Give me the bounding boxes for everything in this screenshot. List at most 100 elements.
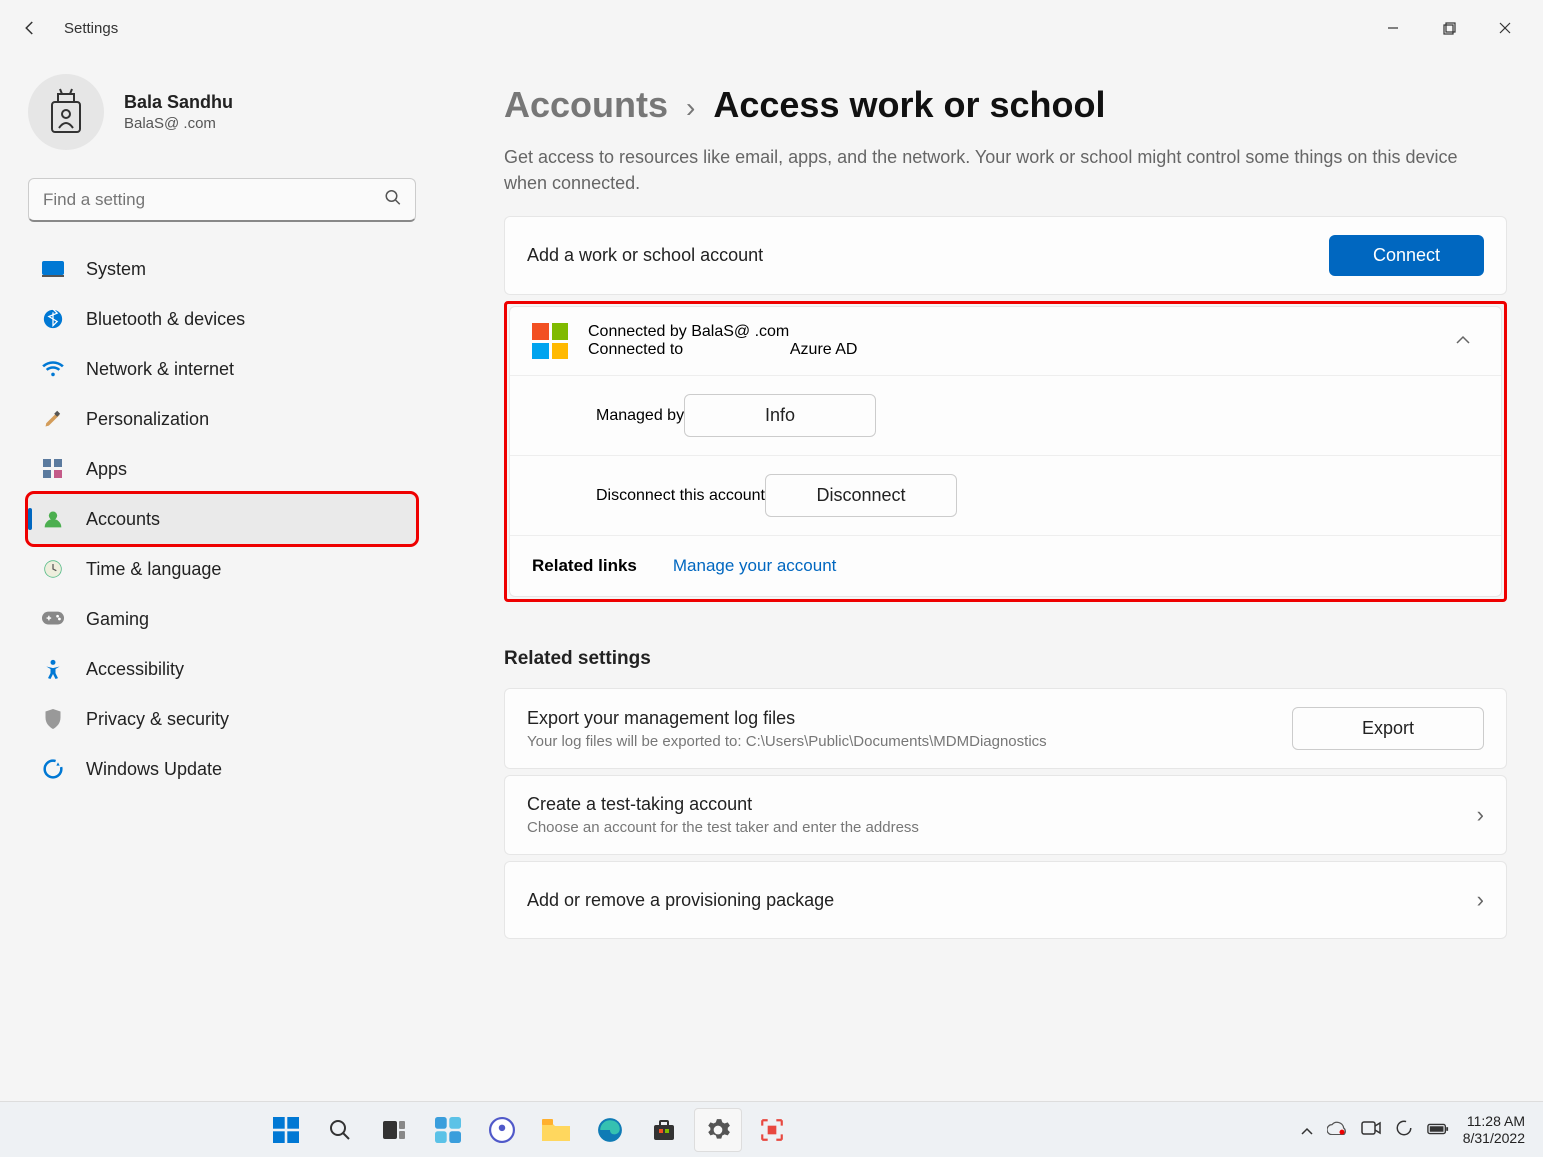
nav-network[interactable]: Network & internet — [28, 344, 416, 394]
nav-label: Personalization — [86, 409, 209, 430]
page-description: Get access to resources like email, apps… — [504, 144, 1504, 196]
export-card: Export your management log files Your lo… — [504, 688, 1507, 769]
nav-accessibility[interactable]: Accessibility — [28, 644, 416, 694]
nav-label: Network & internet — [86, 359, 234, 380]
nav-label: System — [86, 259, 146, 280]
nav-personalization[interactable]: Personalization — [28, 394, 416, 444]
disconnect-button[interactable]: Disconnect — [765, 474, 957, 517]
user-email: BalaS@ .com — [124, 115, 233, 132]
apps-icon — [42, 458, 64, 480]
managed-by-label: Managed by — [596, 407, 684, 425]
update-icon — [42, 758, 64, 780]
nav-bluetooth[interactable]: Bluetooth & devices — [28, 294, 416, 344]
taskbar: 11:28 AM 8/31/2022 — [0, 1101, 1543, 1157]
wifi-icon — [42, 358, 64, 380]
nav-label: Windows Update — [86, 759, 222, 780]
user-name: Bala Sandhu — [124, 92, 233, 113]
nav-apps[interactable]: Apps — [28, 444, 416, 494]
search-button[interactable] — [316, 1108, 364, 1152]
clock[interactable]: 11:28 AM 8/31/2022 — [1463, 1113, 1525, 1147]
close-button[interactable] — [1477, 8, 1533, 48]
search-box — [28, 178, 416, 222]
connected-by-label: Connected by BalaS@ .com — [588, 323, 1427, 341]
widgets-button[interactable] — [424, 1108, 472, 1152]
nav-label: Accounts — [86, 509, 160, 530]
test-account-sub: Choose an account for the test taker and… — [527, 819, 919, 836]
onedrive-icon[interactable] — [1327, 1121, 1347, 1138]
provisioning-title: Add or remove a provisioning package — [527, 890, 834, 911]
nav-list: System Bluetooth & devices Network & int… — [28, 244, 416, 794]
nav-windows-update[interactable]: Windows Update — [28, 744, 416, 794]
battery-icon[interactable] — [1427, 1122, 1449, 1138]
minimize-button[interactable] — [1365, 8, 1421, 48]
managed-by-row: Managed by Info — [510, 376, 1501, 456]
related-settings-title: Related settings — [504, 648, 1507, 670]
chevron-right-icon: › — [686, 92, 695, 124]
system-icon — [42, 258, 64, 280]
breadcrumb: Accounts › Access work or school — [504, 84, 1507, 126]
meet-now-icon[interactable] — [1361, 1120, 1381, 1139]
disconnect-row: Disconnect this account Disconnect — [510, 456, 1501, 536]
chevron-up-icon — [1447, 324, 1479, 358]
store-button[interactable] — [640, 1108, 688, 1152]
sidebar: Bala Sandhu BalaS@ .com System Bluetooth… — [0, 56, 444, 1101]
maximize-button[interactable] — [1421, 8, 1477, 48]
teams-button[interactable] — [478, 1108, 526, 1152]
nav-label: Apps — [86, 459, 127, 480]
page-title: Access work or school — [713, 84, 1105, 126]
account-expander-header[interactable]: Connected by BalaS@ .com Connected to Az… — [510, 307, 1501, 376]
add-account-label: Add a work or school account — [527, 245, 763, 266]
brush-icon — [42, 408, 64, 430]
start-button[interactable] — [262, 1108, 310, 1152]
main-content: Accounts › Access work or school Get acc… — [444, 56, 1543, 1101]
chevron-right-icon: › — [1477, 802, 1484, 828]
tray-chevron-icon[interactable] — [1301, 1122, 1313, 1138]
microsoft-logo-icon — [532, 323, 568, 359]
bluetooth-icon — [42, 308, 64, 330]
nav-system[interactable]: System — [28, 244, 416, 294]
provisioning-card[interactable]: Add or remove a provisioning package › — [504, 861, 1507, 939]
connected-to-label: Connected to Azure AD — [588, 341, 1427, 359]
export-button[interactable]: Export — [1292, 707, 1484, 750]
accessibility-icon — [42, 658, 64, 680]
nav-label: Bluetooth & devices — [86, 309, 245, 330]
file-explorer-button[interactable] — [532, 1108, 580, 1152]
titlebar: Settings — [0, 0, 1543, 56]
info-button[interactable]: Info — [684, 394, 876, 437]
test-account-title: Create a test-taking account — [527, 794, 919, 815]
settings-taskbar-button[interactable] — [694, 1108, 742, 1152]
connect-button[interactable]: Connect — [1329, 235, 1484, 276]
nav-gaming[interactable]: Gaming — [28, 594, 416, 644]
disconnect-label: Disconnect this account — [596, 487, 765, 505]
nav-label: Accessibility — [86, 659, 184, 680]
nav-privacy[interactable]: Privacy & security — [28, 694, 416, 744]
manage-account-link[interactable]: Manage your account — [673, 556, 837, 576]
user-profile[interactable]: Bala Sandhu BalaS@ .com — [28, 74, 416, 150]
task-view-button[interactable] — [370, 1108, 418, 1152]
chevron-right-icon: › — [1477, 887, 1484, 913]
export-title: Export your management log files — [527, 708, 1047, 729]
avatar — [28, 74, 104, 150]
nav-label: Time & language — [86, 559, 221, 580]
nav-accounts[interactable]: Accounts — [28, 494, 416, 544]
export-sub: Your log files will be exported to: C:\U… — [527, 733, 1047, 750]
gamepad-icon — [42, 608, 64, 630]
back-button[interactable] — [10, 8, 50, 48]
connected-account-group: Connected by BalaS@ .com Connected to Az… — [504, 301, 1507, 602]
search-input[interactable] — [28, 178, 416, 222]
nav-label: Gaming — [86, 609, 149, 630]
shield-icon — [42, 708, 64, 730]
breadcrumb-parent[interactable]: Accounts — [504, 84, 668, 126]
window-title: Settings — [64, 20, 118, 37]
related-links-row: Related links Manage your account — [510, 536, 1501, 596]
snip-button[interactable] — [748, 1108, 796, 1152]
person-icon — [42, 508, 64, 530]
updates-icon[interactable] — [1395, 1119, 1413, 1140]
test-account-card[interactable]: Create a test-taking account Choose an a… — [504, 775, 1507, 855]
search-icon — [384, 189, 402, 212]
nav-label: Privacy & security — [86, 709, 229, 730]
nav-time-language[interactable]: Time & language — [28, 544, 416, 594]
related-links-label: Related links — [532, 556, 637, 576]
system-tray[interactable]: 11:28 AM 8/31/2022 — [1301, 1113, 1533, 1147]
edge-button[interactable] — [586, 1108, 634, 1152]
